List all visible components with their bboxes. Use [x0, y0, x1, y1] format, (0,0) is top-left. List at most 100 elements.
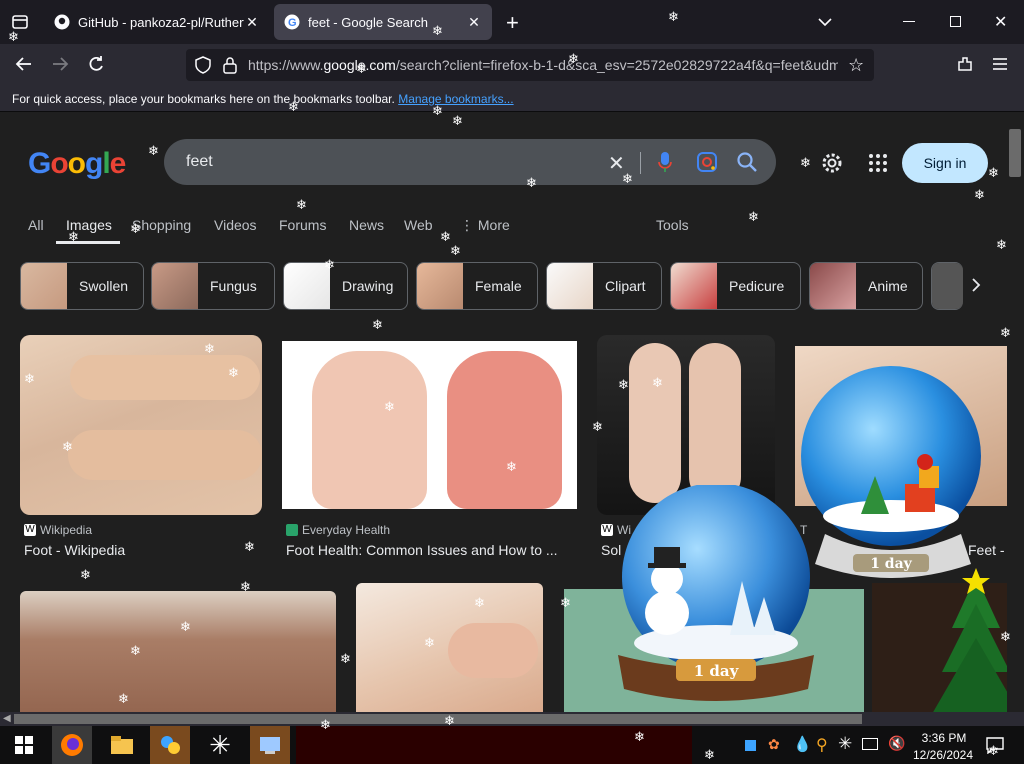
foot-shape: [68, 430, 262, 480]
tray-drop-icon[interactable]: 💧: [793, 735, 812, 753]
notifications-icon[interactable]: [986, 736, 1004, 759]
result-source[interactable]: Everyday Health: [286, 523, 390, 537]
tab-google-search[interactable]: G feet - Google Search ✕: [274, 4, 492, 40]
forward-icon[interactable]: [50, 54, 70, 79]
tools-button[interactable]: Tools: [656, 217, 689, 233]
chip-thumbnail: [810, 263, 856, 309]
tab-forums[interactable]: Forums: [279, 217, 326, 233]
tab-news[interactable]: News: [349, 217, 384, 233]
result-source[interactable]: W Wikipedia: [24, 523, 92, 537]
chip-partial[interactable]: [931, 262, 963, 310]
chevron-down-icon[interactable]: [818, 14, 832, 32]
close-tab-icon[interactable]: ✕: [244, 14, 260, 31]
url-bar[interactable]: https://www.google.com/search?client=fir…: [186, 49, 874, 81]
google-logo[interactable]: Google: [28, 147, 126, 181]
chip-thumbnail: [284, 263, 330, 309]
scroll-left-icon[interactable]: ◀: [3, 713, 11, 724]
shield-icon[interactable]: [194, 56, 212, 79]
tab-images[interactable]: Images: [66, 217, 112, 233]
back-icon[interactable]: [14, 54, 34, 79]
tab-title: GitHub - pankoza2-pl/Rutherfo: [78, 14, 244, 30]
tab-more[interactable]: ⋮ More: [460, 217, 510, 234]
chip-drawing[interactable]: Drawing: [283, 262, 408, 310]
settings-gear-icon[interactable]: [820, 151, 844, 180]
control-panel-icon[interactable]: [250, 726, 290, 764]
voice-search-icon[interactable]: [658, 151, 672, 178]
clear-search-icon[interactable]: ✕: [608, 151, 625, 176]
tab-shopping[interactable]: Shopping: [132, 217, 191, 233]
scrollbar-thumb[interactable]: [1009, 129, 1021, 177]
wikipedia-icon: W: [24, 524, 36, 536]
url-text: https://www.google.com/search?client=fir…: [248, 57, 838, 73]
tab-all[interactable]: All: [28, 217, 44, 233]
bookmarks-hint: For quick access, place your bookmarks h…: [12, 92, 395, 106]
foot-shape: [70, 355, 260, 400]
close-window-icon[interactable]: ✕: [994, 12, 1007, 32]
sign-in-button[interactable]: Sign in: [902, 143, 988, 183]
tray-asterisk-icon[interactable]: ✳: [838, 734, 852, 754]
tab-videos[interactable]: Videos: [214, 217, 257, 233]
apps-grid-icon[interactable]: [868, 153, 888, 178]
search-box[interactable]: feet ✕: [164, 139, 776, 185]
foot-shape: [312, 351, 427, 509]
minimize-icon[interactable]: [903, 21, 915, 22]
tray-search-icon[interactable]: ⚲: [816, 735, 828, 755]
network-icon[interactable]: [862, 738, 878, 750]
everyday-health-icon: [286, 524, 298, 536]
scrollbar-thumb[interactable]: [14, 714, 862, 724]
result-caption[interactable]: Foot Health: Common Issues and How to ..…: [286, 542, 568, 558]
asterisk-app-icon[interactable]: ✳: [200, 726, 240, 764]
chip-female[interactable]: Female: [416, 262, 538, 310]
extensions-icon[interactable]: [955, 54, 975, 79]
firefox-taskbar-icon[interactable]: [52, 726, 92, 764]
lens-search-icon[interactable]: [696, 151, 718, 178]
chevron-right-icon[interactable]: [970, 277, 982, 298]
snow-globe-label: 1 day: [694, 662, 740, 680]
close-tab-icon[interactable]: ✕: [466, 14, 482, 31]
chip-thumbnail: [671, 263, 717, 309]
clock-time[interactable]: 3:36 PM: [912, 731, 976, 745]
tab-title: feet - Google Search: [308, 14, 428, 30]
taskbar-empty-area: [296, 726, 692, 764]
foot-shape: [447, 351, 562, 509]
chip-clipart[interactable]: Clipart: [546, 262, 662, 310]
more-dots-icon: ⋮: [460, 217, 478, 233]
snow-globe-label: 1 day: [870, 556, 912, 572]
reload-icon[interactable]: [86, 54, 106, 79]
search-input[interactable]: feet: [186, 153, 213, 171]
clock-date[interactable]: 12/26/2024: [908, 748, 978, 762]
image-result-2[interactable]: [282, 341, 577, 509]
google-icon: G: [284, 14, 300, 30]
app-taskbar-icon[interactable]: [150, 726, 190, 764]
tab-web[interactable]: Web: [404, 217, 433, 233]
restore-icon[interactable]: [950, 16, 961, 27]
image-result-6[interactable]: [356, 583, 543, 713]
chip-thumbnail: [152, 263, 198, 309]
chip-swollen[interactable]: Swollen: [20, 262, 144, 310]
svg-text:G: G: [288, 17, 297, 29]
tray-gift-icon[interactable]: ✿: [768, 736, 780, 753]
start-windows-icon[interactable]: [4, 726, 44, 764]
image-result-5[interactable]: [20, 591, 336, 713]
hand-shape: [448, 623, 538, 678]
tab-github[interactable]: GitHub - pankoza2-pl/Rutherfo ✕: [44, 4, 270, 40]
new-tab-icon[interactable]: +: [506, 10, 519, 36]
tab-list-icon[interactable]: [10, 12, 30, 32]
image-result-1[interactable]: [20, 335, 262, 515]
result-caption[interactable]: Foot - Wikipedia: [24, 542, 262, 558]
search-icon[interactable]: [736, 151, 758, 178]
horizontal-scrollbar[interactable]: ◀: [0, 712, 1024, 726]
chip-pedicure[interactable]: Pedicure: [670, 262, 801, 310]
tray-app-icon[interactable]: [745, 740, 756, 751]
lock-icon[interactable]: [222, 56, 238, 79]
vertical-scrollbar[interactable]: [1007, 113, 1024, 713]
chip-anime[interactable]: Anime: [809, 262, 923, 310]
menu-icon[interactable]: [992, 56, 1008, 77]
github-icon: [54, 14, 70, 30]
file-explorer-icon[interactable]: [102, 726, 142, 764]
volume-muted-icon[interactable]: 🔇: [888, 735, 905, 752]
bookmark-star-icon[interactable]: ☆: [848, 55, 864, 76]
manage-bookmarks-link[interactable]: Manage bookmarks...: [398, 92, 513, 106]
chip-fungus[interactable]: Fungus: [151, 262, 275, 310]
bookmarks-toolbar: For quick access, place your bookmarks h…: [0, 86, 1024, 112]
